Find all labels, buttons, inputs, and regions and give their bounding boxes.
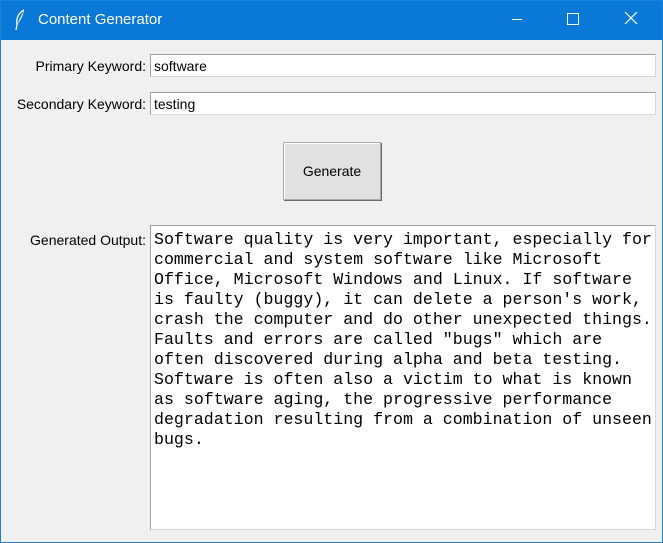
generated-output-label: Generated Output: [30,232,146,248]
close-button[interactable] [602,1,660,40]
secondary-keyword-input[interactable] [150,92,656,115]
title-bar[interactable]: Content Generator [1,1,662,40]
minimize-icon [511,12,523,30]
primary-keyword-label: Primary Keyword: [35,58,146,74]
minimize-button[interactable] [488,1,546,40]
window-title: Content Generator [38,11,163,28]
maximize-button[interactable] [544,1,602,40]
secondary-keyword-label: Secondary Keyword: [16,96,146,112]
feather-icon [13,9,27,31]
generated-output-text[interactable]: Software quality is very important, espe… [150,225,656,530]
generate-button[interactable]: Generate [283,142,381,200]
app-window: Content Generator Primary Keyword: Secon… [0,0,663,543]
close-icon [624,11,638,30]
primary-keyword-input[interactable] [150,54,656,77]
maximize-icon [567,12,579,30]
